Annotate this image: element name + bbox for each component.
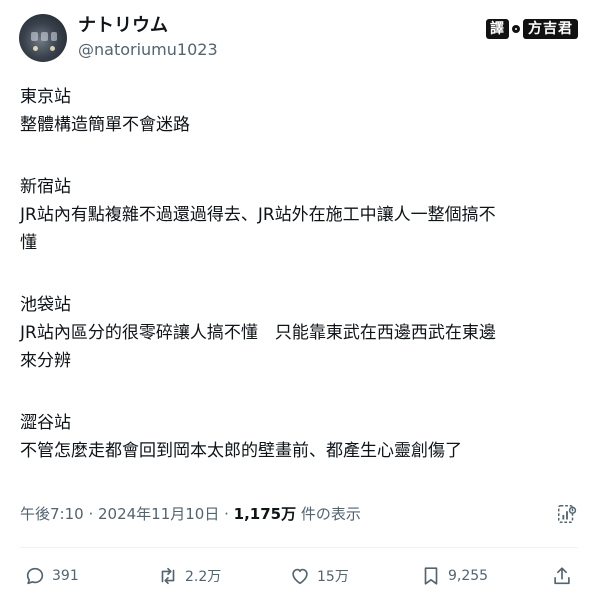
divider [20, 547, 578, 548]
view-label: 件の表示 [296, 505, 361, 523]
post-text: 東京站整體構造簡單不會迷路 新宿站 JR站內有點複雜不過還過得去、JR站外在施工中讓… [20, 83, 585, 465]
like-count: 15万 [317, 569, 349, 585]
reply-icon [26, 567, 44, 585]
post-meta: 午後7:10 · 2024年11月10日 · 1,175万 件の表示 [20, 502, 361, 526]
post-text-line: JR站內有點複雜不過還過得去、JR站外在施工中讓人一整個搞不 [20, 205, 496, 225]
bookmark-button[interactable]: 9,255 [420, 564, 488, 588]
analytics-icon[interactable] [556, 503, 578, 525]
repost-button[interactable]: 2.2万 [157, 564, 221, 588]
bookmark-icon [424, 567, 438, 585]
repost-count: 2.2万 [185, 569, 222, 585]
bookmark-count: 9,255 [448, 568, 489, 584]
translator-badge: 譯 方吉君 [486, 18, 578, 40]
badge-dot [512, 25, 520, 33]
reply-count: 391 [52, 568, 79, 584]
reply-button[interactable]: 391 [24, 564, 79, 588]
share-icon [554, 567, 570, 585]
post-text-line: 新宿站 [20, 177, 71, 197]
post-text-line: 來分辨 [20, 351, 71, 371]
view-count: 1,175万 [233, 505, 297, 523]
heart-icon [292, 568, 308, 585]
repost-icon [161, 567, 175, 585]
badge-right: 方吉君 [523, 19, 578, 39]
badge-left: 譯 [486, 19, 509, 39]
share-button[interactable] [551, 564, 573, 588]
post-text-line: 池袋站 [20, 295, 71, 315]
post-timestamp[interactable]: 午後7:10 · 2024年11月10日 · [20, 505, 234, 523]
post-text-line: 澀谷站 [20, 413, 71, 433]
post-text-line: 東京站 [20, 87, 71, 107]
post-text-line: 不管怎麼走都會回到岡本太郎的壁畫前、都產生心靈創傷了 [20, 441, 462, 461]
post-text-line: 整體構造簡單不會迷路 [20, 115, 190, 135]
user-handle[interactable]: @natoriumu1023 [78, 40, 218, 60]
post-text-line: 懂 [20, 233, 37, 253]
display-name[interactable]: ナトリウム [78, 14, 168, 38]
like-button[interactable]: 15万 [289, 564, 349, 588]
post-text-line: JR站內區分的很零碎讓人搞不懂 只能靠東武在西邊西武在東邊 [20, 323, 496, 343]
avatar[interactable] [19, 14, 67, 62]
